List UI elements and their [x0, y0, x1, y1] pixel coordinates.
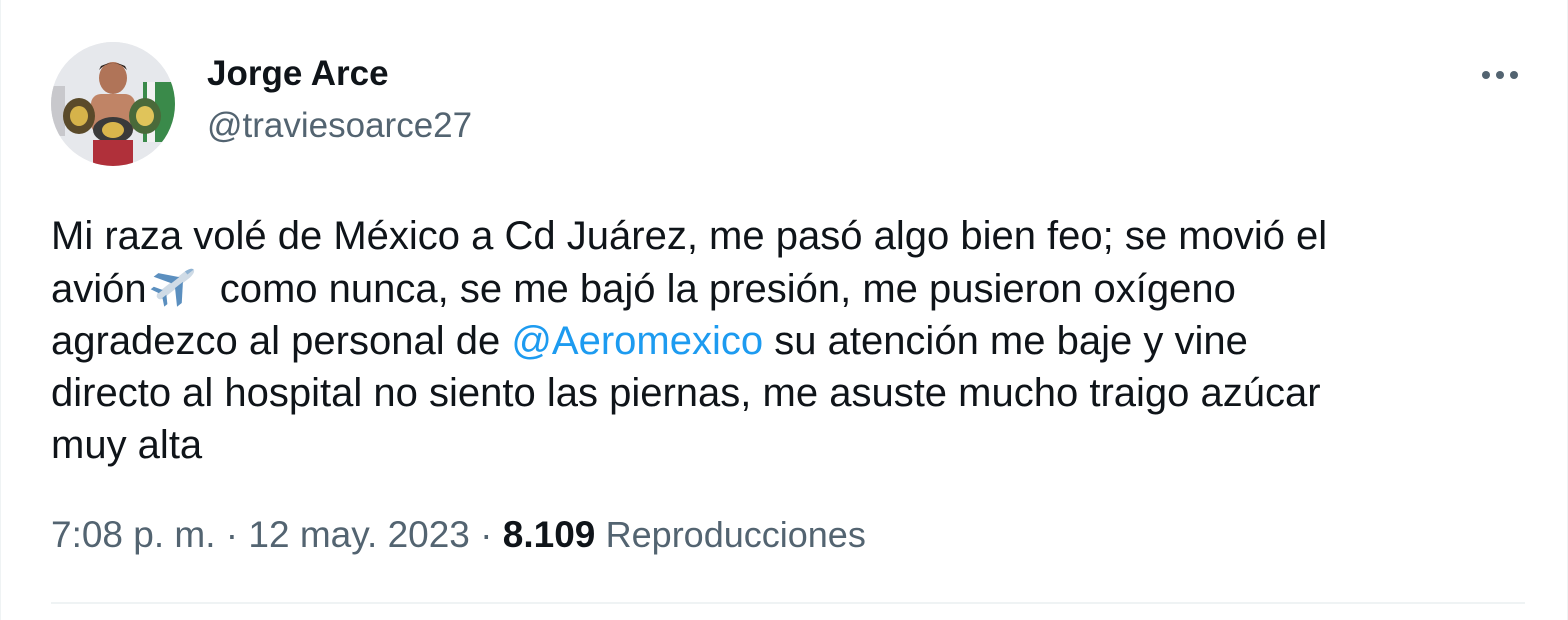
views-count: 8.109	[502, 514, 596, 555]
tweet-card: Jorge Arce @traviesoarce27 Mi raza volé …	[0, 0, 1568, 620]
tweet-line: muy alta	[51, 423, 203, 467]
mention-link-aeromexico[interactable]: @Aeromexico	[511, 319, 763, 363]
tweet-time[interactable]: 7:08 p. m.	[51, 514, 216, 555]
user-handle[interactable]: @traviesoarce27	[207, 104, 472, 148]
tweet-line: avión como nunca, se me bajó la presión,…	[51, 262, 1531, 315]
tweet-meta: 7:08 p. m. · 12 may. 2023 · 8.109 Reprod…	[51, 510, 866, 560]
meta-separator: ·	[469, 514, 503, 555]
divider	[51, 602, 1525, 604]
more-horizontal-icon	[1482, 71, 1518, 79]
tweet-line: Mi raza volé de México a Cd Juárez, me p…	[51, 214, 1328, 258]
tweet-text-segment: como nunca, se me bajó la presión, me pu…	[208, 267, 1236, 311]
more-options-button[interactable]	[1471, 50, 1529, 100]
avatar-image	[51, 42, 175, 166]
tweet-date[interactable]: 12 may. 2023	[248, 514, 469, 555]
meta-separator: ·	[215, 514, 249, 555]
tweet-text: Mi raza volé de México a Cd Juárez, me p…	[51, 210, 1531, 471]
views-label: Reproducciones	[605, 514, 866, 555]
tweet-text-segment: su atención me baje y vine	[763, 319, 1248, 363]
tweet-text-segment: avión	[51, 267, 147, 311]
airplane-icon	[150, 268, 194, 307]
display-name[interactable]: Jorge Arce	[207, 52, 472, 96]
tweet-line: agradezco al personal de @Aeromexico su …	[51, 315, 1531, 367]
avatar[interactable]	[51, 42, 175, 166]
author-block: Jorge Arce @traviesoarce27	[207, 52, 472, 148]
tweet-text-segment: agradezco al personal de	[51, 319, 512, 363]
tweet-line: directo al hospital no siento las pierna…	[51, 371, 1321, 415]
